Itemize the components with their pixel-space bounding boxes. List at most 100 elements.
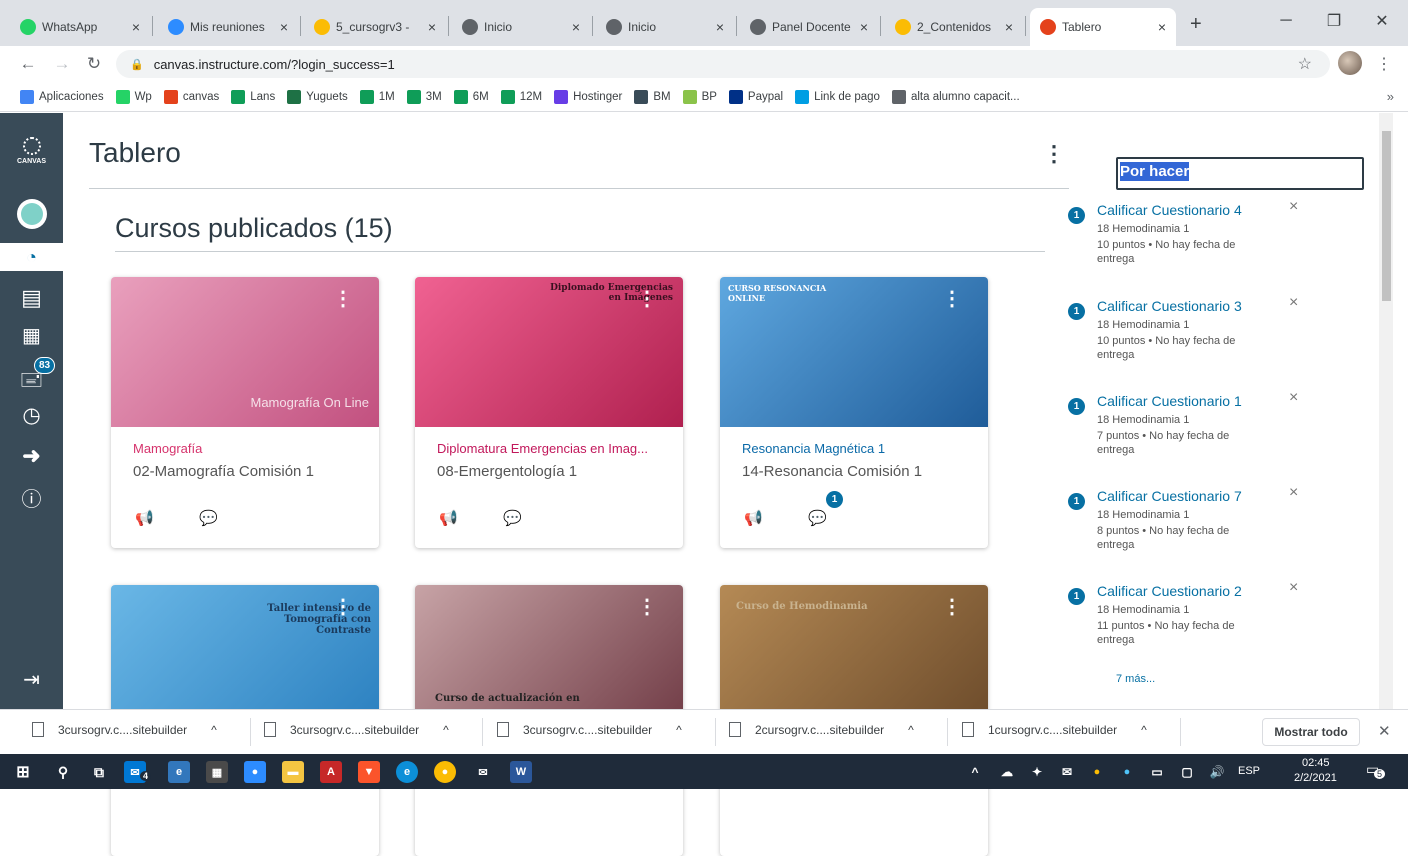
close-downloads-icon[interactable]: ✕: [1378, 722, 1391, 740]
course-card[interactable]: Diplomado Emergencias en Imágenes ⋮ Diplom…: [415, 277, 683, 548]
minimize-button[interactable]: ─: [1266, 8, 1306, 34]
mail-icon[interactable]: ✉: [472, 761, 494, 783]
todo-header[interactable]: Por hacer: [1116, 157, 1364, 190]
start-icon[interactable]: ⊞: [12, 761, 34, 783]
bookmark-item[interactable]: Paypal: [728, 89, 783, 104]
brave-icon[interactable]: ▼: [358, 761, 380, 783]
announcements-icon[interactable]: 📢: [439, 509, 458, 527]
tray-mail-icon[interactable]: ✉: [1056, 761, 1078, 783]
bookmark-item[interactable]: Hostinger: [554, 89, 622, 104]
commons-icon[interactable]: ➜: [0, 443, 63, 469]
todo-title-link[interactable]: Calificar Cuestionario 2: [1097, 583, 1242, 599]
bookmark-item[interactable]: Yuguets: [287, 89, 348, 104]
download-options-icon[interactable]: ^: [908, 723, 914, 737]
announcements-icon[interactable]: 📢: [744, 509, 763, 527]
bookmark-item[interactable]: 12M: [500, 89, 542, 104]
bookmark-item[interactable]: 3M: [406, 89, 442, 104]
bookmark-item[interactable]: alta alumno capacit...: [891, 89, 1020, 104]
file-explorer-icon[interactable]: ▬: [282, 761, 304, 783]
tray-app-icon[interactable]: ●: [1086, 761, 1108, 783]
download-item[interactable]: 3cursogrv.c....sitebuilder ^: [264, 722, 449, 737]
download-options-icon[interactable]: ^: [443, 723, 449, 737]
tab-close-icon[interactable]: ×: [132, 19, 140, 35]
tab-close-icon[interactable]: ×: [860, 19, 868, 35]
bookmark-star-icon[interactable]: ☆: [1298, 54, 1312, 74]
todo-dismiss-icon[interactable]: ×: [1289, 484, 1298, 502]
discussions-icon[interactable]: 💬: [199, 509, 218, 527]
network-icon[interactable]: ▭: [1146, 761, 1168, 783]
course-card[interactable]: Mamografía On Line ⋮ Mamografía 02-Mamograf…: [111, 277, 379, 548]
discussions-icon[interactable]: 💬: [808, 509, 827, 527]
course-card[interactable]: CURSO RESONANCIA ONLINE ⋮ Resonancia Magné…: [720, 277, 988, 548]
bookmarks-more-icon[interactable]: »: [1387, 89, 1394, 104]
forward-button[interactable]: →: [50, 52, 74, 76]
browser-tab[interactable]: 5_cursogrv3 - ×: [304, 8, 446, 46]
course-title[interactable]: Resonancia Magnética 1: [742, 441, 972, 456]
volume-icon[interactable]: 🔊: [1206, 761, 1228, 783]
word-icon[interactable]: W: [510, 761, 532, 783]
collapse-nav-icon[interactable]: ⇥: [0, 667, 63, 692]
tab-close-icon[interactable]: ×: [1005, 19, 1013, 35]
calendar-icon[interactable]: ▦: [0, 323, 63, 348]
task-view-icon[interactable]: ⧉: [88, 761, 110, 783]
todo-dismiss-icon[interactable]: ×: [1289, 389, 1298, 407]
inbox-icon[interactable]: 🖃 83: [0, 357, 63, 399]
course-title[interactable]: Diplomatura Emergencias en Imag...: [437, 441, 667, 456]
language-indicator[interactable]: ESP: [1238, 765, 1260, 777]
show-all-button[interactable]: Mostrar todo: [1262, 718, 1360, 746]
calculator-icon[interactable]: ▦: [206, 761, 228, 783]
mail-app-icon[interactable]: ✉ 4: [124, 761, 152, 783]
bookmark-item[interactable]: Aplicaciones: [20, 89, 104, 104]
browser-menu-icon[interactable]: ⋮: [1376, 54, 1392, 74]
card-options-icon[interactable]: ⋮: [942, 597, 962, 617]
browser-tab[interactable]: Mis reuniones ×: [158, 8, 298, 46]
tab-close-icon[interactable]: ×: [572, 19, 580, 35]
todo-title-link[interactable]: Calificar Cuestionario 3: [1097, 298, 1242, 314]
restore-button[interactable]: ❐: [1314, 8, 1354, 34]
bookmark-item[interactable]: Lans: [231, 89, 275, 104]
tab-close-icon[interactable]: ×: [428, 19, 436, 35]
download-item[interactable]: 3cursogrv.c....sitebuilder ^: [32, 722, 217, 737]
tray-chevron-icon[interactable]: ^: [964, 761, 986, 783]
browser-tab[interactable]: Panel Docente ×: [740, 8, 878, 46]
bookmark-item[interactable]: canvas: [163, 89, 219, 104]
browser-tab[interactable]: Inicio ×: [596, 8, 734, 46]
todo-dismiss-icon[interactable]: ×: [1289, 294, 1298, 312]
browser-tab[interactable]: 2_Contenidos ×: [885, 8, 1023, 46]
todo-dismiss-icon[interactable]: ×: [1289, 579, 1298, 597]
download-options-icon[interactable]: ^: [211, 723, 217, 737]
zoom-icon[interactable]: ●: [244, 761, 266, 783]
search-icon[interactable]: ⚲: [52, 761, 74, 783]
profile-avatar[interactable]: [1338, 51, 1362, 75]
clock-date[interactable]: 2/2/2021: [1294, 772, 1337, 784]
bookmark-item[interactable]: BM: [634, 89, 671, 104]
tab-close-icon[interactable]: ×: [1158, 19, 1166, 35]
bookmark-item[interactable]: 6M: [453, 89, 489, 104]
browser-tab[interactable]: Inicio ×: [452, 8, 590, 46]
todo-more-link[interactable]: 7 más...: [1116, 673, 1155, 685]
edge-legacy-icon[interactable]: e: [168, 761, 190, 783]
todo-dismiss-icon[interactable]: ×: [1289, 198, 1298, 216]
back-button[interactable]: ←: [16, 52, 40, 76]
card-options-icon[interactable]: ⋮: [637, 597, 657, 617]
card-options-icon[interactable]: ⋮: [333, 289, 353, 309]
tab-close-icon[interactable]: ×: [716, 19, 724, 35]
address-bar[interactable]: 🔒 canvas.instructure.com/?login_success=…: [116, 50, 1330, 78]
history-icon[interactable]: ◷: [0, 403, 63, 428]
todo-title-link[interactable]: Calificar Cuestionario 7: [1097, 488, 1242, 504]
display-icon[interactable]: ▢: [1176, 761, 1198, 783]
course-title[interactable]: Mamografía: [133, 441, 363, 456]
download-options-icon[interactable]: ^: [676, 723, 682, 737]
download-options-icon[interactable]: ^: [1141, 723, 1147, 737]
card-options-icon[interactable]: ⋮: [637, 289, 657, 309]
announcements-icon[interactable]: 📢: [135, 509, 154, 527]
edge-icon[interactable]: e: [396, 761, 418, 783]
tab-close-icon[interactable]: ×: [280, 19, 288, 35]
dashboard-icon[interactable]: ◔: [0, 243, 63, 271]
dropbox-icon[interactable]: ✦: [1026, 761, 1048, 783]
onedrive-icon[interactable]: ☁: [996, 761, 1018, 783]
new-tab-button[interactable]: +: [1190, 13, 1202, 36]
discussions-icon[interactable]: 💬: [503, 509, 522, 527]
notifications-icon[interactable]: ▭ 5: [1366, 761, 1388, 783]
bookmark-item[interactable]: Link de pago: [795, 89, 880, 104]
